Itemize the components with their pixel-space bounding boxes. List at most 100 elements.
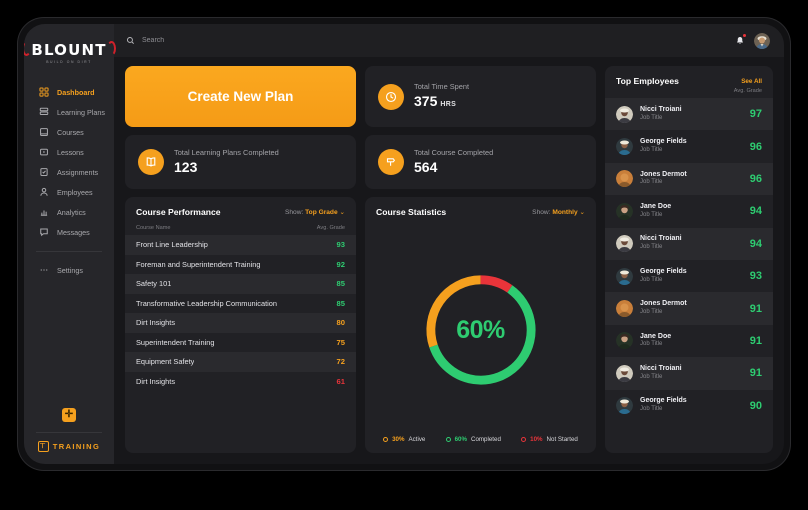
clock-icon — [378, 83, 404, 110]
course-grade: 72 — [336, 357, 345, 367]
sidebar-item-employees[interactable]: Employees — [24, 182, 114, 202]
course-statistics-panel: Course Statistics Show: Monthly ⌄ 60% 30… — [365, 197, 596, 453]
search-box[interactable] — [126, 32, 726, 50]
list-item[interactable]: Jones Dermot Job Title 96 — [605, 162, 773, 196]
legend-item-active: 30% Active — [383, 436, 425, 443]
list-item[interactable]: Jane Doe Job Title 91 — [605, 325, 773, 357]
table-row[interactable]: Front Line Leadership 93 — [125, 235, 356, 255]
course-name: Front Line Leadership — [136, 240, 208, 250]
main-area: Create New Plan Total Learning Plans Com… — [114, 24, 784, 464]
list-item[interactable]: Jones Dermot Job Title 91 — [605, 292, 773, 325]
list-item[interactable]: George Fields Job Title 90 — [605, 390, 773, 422]
stat-card-learning-plans[interactable]: Total Learning Plans Completed 123 — [125, 135, 356, 189]
logo-wordmark: BLOUNT — [24, 40, 116, 58]
table-row[interactable]: Equipment Safety 72 — [125, 352, 356, 372]
employee-job-title: Job Title — [640, 406, 663, 413]
stat-value: 375 HRS — [414, 93, 457, 109]
employee-grade: 96 — [749, 172, 762, 185]
legend-item-not-started: 10% Not Started — [521, 436, 578, 443]
sidebar-item-messages[interactable]: Messages — [24, 222, 114, 242]
plus-badge-icon[interactable]: ✛ — [62, 408, 76, 422]
sidebar-item-label: Messages — [57, 227, 90, 237]
panel-title: Top Employees — [616, 76, 679, 86]
dashboard-content: Create New Plan Total Learning Plans Com… — [114, 57, 784, 464]
play-square-icon — [38, 147, 49, 158]
app-logo[interactable]: BLOUNT BUILD ON DIRT — [24, 34, 116, 70]
legend-marker-icon — [445, 437, 451, 442]
avatar — [616, 267, 633, 285]
legend-item-completed: 60% Completed — [445, 436, 501, 443]
course-grade: 92 — [336, 259, 345, 269]
list-item[interactable]: Nicci Troiani Job Title 94 — [605, 227, 773, 260]
sidebar-item-settings[interactable]: Settings — [24, 260, 114, 280]
table-row[interactable]: Safety 101 85 — [125, 274, 356, 294]
course-grade: 85 — [336, 279, 345, 289]
app-screen: BLOUNT BUILD ON DIRT Dashboard Learning … — [24, 24, 784, 464]
employee-name: George Fields — [640, 267, 687, 275]
clipboard-check-icon — [38, 167, 49, 178]
employee-job-title: Job Title — [640, 211, 663, 218]
course-performance-show-select[interactable]: Show: Top Grade ⌄ — [285, 208, 345, 216]
stat-card-time-spent[interactable]: Total Time Spent 375 HRS — [365, 66, 596, 127]
employee-info: George Fields Job Title — [640, 268, 687, 285]
search-icon — [126, 32, 135, 50]
topbar — [114, 24, 784, 57]
employee-job-title: Job Title — [640, 341, 663, 348]
sidebar-item-learning-plans[interactable]: Learning Plans — [24, 102, 114, 122]
see-all-link[interactable]: See All — [741, 78, 762, 85]
search-input[interactable] — [142, 37, 322, 44]
course-statistics-show-select[interactable]: Show: Monthly ⌄ — [532, 208, 585, 216]
list-item[interactable]: George Fields Job Title 93 — [605, 260, 773, 292]
employee-grade: 97 — [749, 108, 762, 121]
sidebar-nav: Dashboard Learning Plans Courses Lessons — [24, 82, 114, 280]
show-value: Monthly — [552, 209, 578, 216]
employee-info: Jane Doe Job Title — [640, 203, 671, 220]
employee-name: Nicci Troiani — [640, 235, 682, 243]
notification-bell-icon[interactable] — [734, 33, 747, 47]
course-performance-header: Course Performance Show: Top Grade ⌄ — [125, 197, 356, 224]
course-name: Safety 101 — [136, 279, 172, 289]
avatar[interactable] — [754, 32, 770, 49]
stat-card-course-completed[interactable]: Total Course Completed 564 — [365, 135, 596, 189]
sidebar-item-analytics[interactable]: Analytics — [24, 202, 114, 222]
legend-marker-icon — [521, 437, 527, 442]
legend-label: Active — [408, 436, 426, 443]
table-row[interactable]: Foreman and Superintendent Training 92 — [125, 255, 356, 275]
employee-grade: 91 — [749, 367, 762, 380]
column-avg-grade: Avg. Grade — [733, 88, 762, 94]
table-row[interactable]: Dirt Insights 80 — [125, 313, 356, 333]
stat-text: Total Course Completed 564 — [414, 148, 493, 177]
course-statistics-header: Course Statistics Show: Monthly ⌄ — [365, 197, 596, 224]
stat-value: 564 — [414, 158, 438, 175]
list-item[interactable]: Jane Doe Job Title 94 — [605, 195, 773, 227]
donut-legend: 30% Active 60% Completed 10% Not Started — [365, 436, 596, 453]
employee-name: Nicci Troiani — [640, 365, 682, 373]
sidebar-footer-divider — [36, 432, 102, 433]
sidebar-item-lessons[interactable]: Lessons — [24, 142, 114, 162]
sidebar-item-label: Learning Plans — [57, 107, 105, 117]
employee-grade: 93 — [749, 270, 762, 283]
table-row[interactable]: Transformative Leadership Communication 8… — [125, 294, 356, 314]
create-new-plan-button[interactable]: Create New Plan — [125, 66, 356, 127]
table-row[interactable]: Superintendent Training 75 — [125, 333, 356, 353]
list-item[interactable]: George Fields Job Title 96 — [605, 130, 773, 162]
donut-center-value: 60% — [456, 315, 505, 344]
sidebar-item-courses[interactable]: Courses — [24, 122, 114, 142]
stat-text: Total Time Spent 375 HRS — [414, 82, 469, 111]
avatar — [616, 300, 633, 318]
sidebar-divider — [36, 251, 102, 252]
dots-icon — [38, 265, 49, 276]
course-grade: 80 — [336, 318, 345, 328]
list-item[interactable]: Nicci Troiani Job Title 97 — [605, 98, 773, 131]
course-name: Transformative Leadership Communication — [136, 298, 278, 308]
panel-title: Course Statistics — [376, 207, 447, 217]
avatar — [616, 202, 633, 220]
sidebar-item-assignments[interactable]: Assignments — [24, 162, 114, 182]
course-name: Dirt Insights — [136, 318, 176, 328]
training-mark-icon: ⊤ — [37, 441, 49, 452]
avatar — [616, 138, 633, 156]
list-item[interactable]: Nicci Troiani Job Title 91 — [605, 357, 773, 390]
employee-grade: 91 — [749, 334, 762, 347]
table-row[interactable]: Dirt Insights 61 — [125, 372, 356, 392]
sidebar-item-dashboard[interactable]: Dashboard — [24, 82, 114, 102]
